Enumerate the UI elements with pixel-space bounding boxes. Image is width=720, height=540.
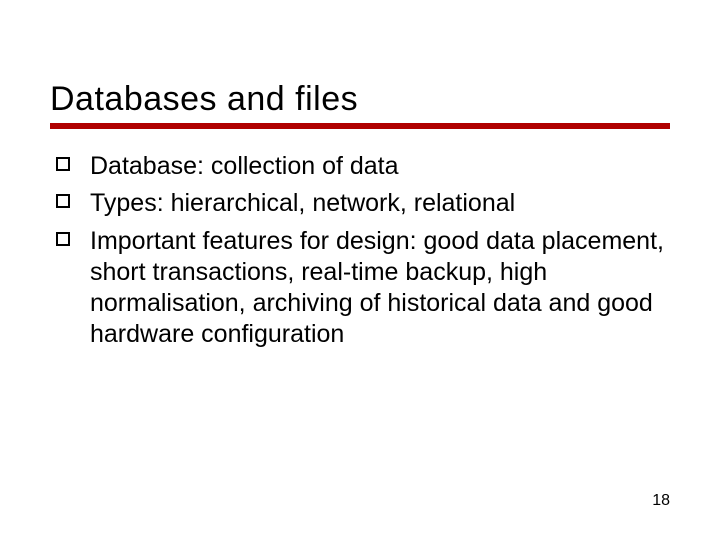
list-item-text: Important features for design: good data… bbox=[90, 227, 664, 349]
list-item: Important features for design: good data… bbox=[50, 226, 670, 351]
slide: Databases and files Database: collection… bbox=[0, 0, 720, 540]
bullet-list: Database: collection of data Types: hier… bbox=[50, 151, 670, 351]
list-item-text: Database: collection of data bbox=[90, 152, 399, 180]
list-item: Types: hierarchical, network, relational bbox=[50, 188, 670, 219]
page-number: 18 bbox=[652, 492, 670, 510]
title-underline bbox=[50, 123, 670, 129]
square-bullet-icon bbox=[56, 157, 70, 171]
slide-title: Databases and files bbox=[50, 80, 670, 119]
list-item-text: Types: hierarchical, network, relational bbox=[90, 189, 515, 217]
list-item: Database: collection of data bbox=[50, 151, 670, 182]
square-bullet-icon bbox=[56, 194, 70, 208]
square-bullet-icon bbox=[56, 232, 70, 246]
